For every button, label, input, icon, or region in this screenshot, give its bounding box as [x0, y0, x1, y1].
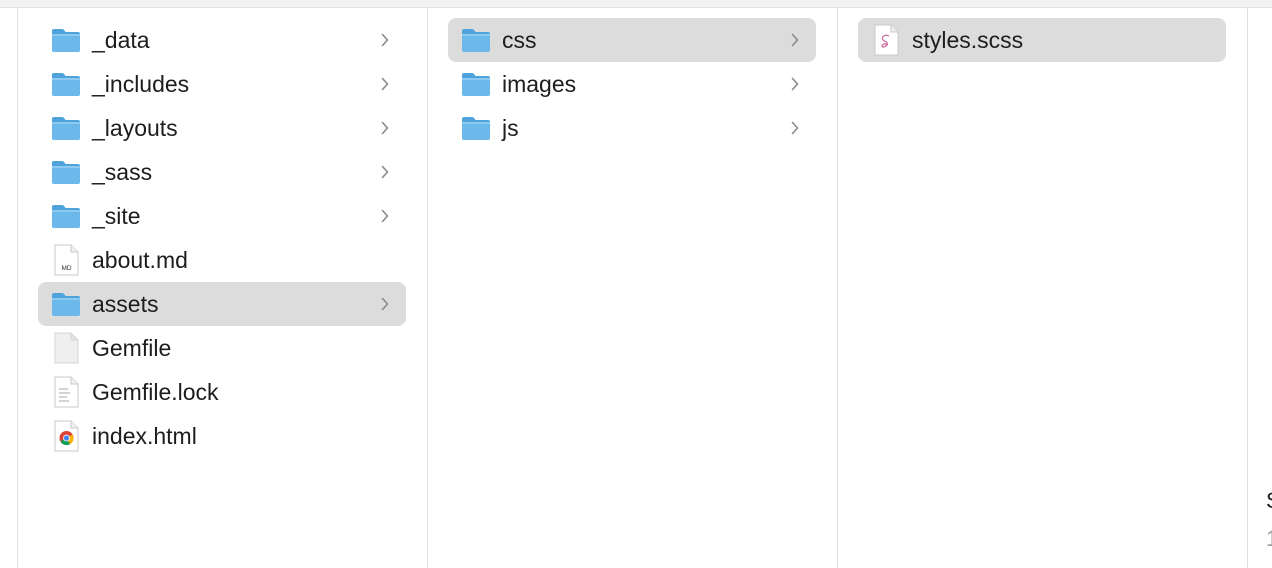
- chevron-right-icon: [378, 106, 392, 150]
- item-label: _site: [92, 203, 141, 229]
- folder-row-data[interactable]: _data: [38, 18, 406, 62]
- preview-sliver-text: S: [1266, 488, 1272, 514]
- column-divider[interactable]: [427, 8, 428, 568]
- chrome-html-file-icon: [50, 420, 82, 452]
- folder-icon: [50, 68, 82, 100]
- sass-file-icon: [870, 24, 902, 56]
- folder-icon: [50, 112, 82, 144]
- chevron-right-icon: [378, 282, 392, 326]
- preview-sliver-text: 1: [1266, 526, 1272, 552]
- folder-icon: [50, 200, 82, 232]
- item-label: js: [502, 115, 519, 141]
- file-row-index-html[interactable]: index.html: [38, 414, 406, 458]
- folder-row-js[interactable]: js: [448, 106, 816, 150]
- column-divider[interactable]: [837, 8, 838, 568]
- item-label: images: [502, 71, 577, 97]
- folder-icon: [50, 156, 82, 188]
- column-css: styles.scss: [858, 18, 1226, 62]
- item-label: _data: [92, 27, 150, 53]
- finder-column-view: _data _includes _layouts _sass _site MD about.…: [0, 0, 1272, 568]
- item-label: styles.scss: [912, 27, 1024, 53]
- column-assets: css images js: [448, 18, 816, 150]
- folder-row-includes[interactable]: _includes: [38, 62, 406, 106]
- folder-row-images[interactable]: images: [448, 62, 816, 106]
- file-row-gemfile-lock[interactable]: Gemfile.lock: [38, 370, 406, 414]
- chevron-right-icon: [788, 106, 802, 150]
- chevron-right-icon: [378, 194, 392, 238]
- item-label: Gemfile.lock: [92, 379, 219, 405]
- folder-icon: [460, 68, 492, 100]
- file-row-styles-scss[interactable]: styles.scss: [858, 18, 1226, 62]
- column-divider[interactable]: [1247, 8, 1248, 568]
- folder-row-site[interactable]: _site: [38, 194, 406, 238]
- blank-file-icon: [50, 332, 82, 364]
- chevron-right-icon: [378, 62, 392, 106]
- item-label: _includes: [92, 71, 190, 97]
- item-label: about.md: [92, 247, 188, 273]
- chevron-right-icon: [378, 18, 392, 62]
- item-label: css: [502, 27, 537, 53]
- column-divider[interactable]: [17, 8, 18, 568]
- item-label: Gemfile: [92, 335, 172, 361]
- text-file-icon: [50, 376, 82, 408]
- item-label: _sass: [92, 159, 153, 185]
- chevron-right-icon: [788, 18, 802, 62]
- folder-row-css[interactable]: css: [448, 18, 816, 62]
- file-row-gemfile[interactable]: Gemfile: [38, 326, 406, 370]
- folder-icon: [460, 112, 492, 144]
- markdown-file-icon: MD: [50, 244, 82, 276]
- toolbar-edge: [0, 0, 1272, 8]
- column-root: _data _includes _layouts _sass _site MD about.…: [38, 18, 406, 458]
- item-label: index.html: [92, 423, 197, 449]
- item-label: _layouts: [92, 115, 178, 141]
- chevron-right-icon: [788, 62, 802, 106]
- folder-icon: [50, 288, 82, 320]
- folder-icon: [50, 24, 82, 56]
- folder-icon: [460, 24, 492, 56]
- file-row-about-md[interactable]: MD about.md: [38, 238, 406, 282]
- item-label: assets: [92, 291, 159, 317]
- folder-row-layouts[interactable]: _layouts: [38, 106, 406, 150]
- folder-row-sass[interactable]: _sass: [38, 150, 406, 194]
- svg-text:MD: MD: [61, 265, 71, 272]
- folder-row-assets[interactable]: assets: [38, 282, 406, 326]
- chevron-right-icon: [378, 150, 392, 194]
